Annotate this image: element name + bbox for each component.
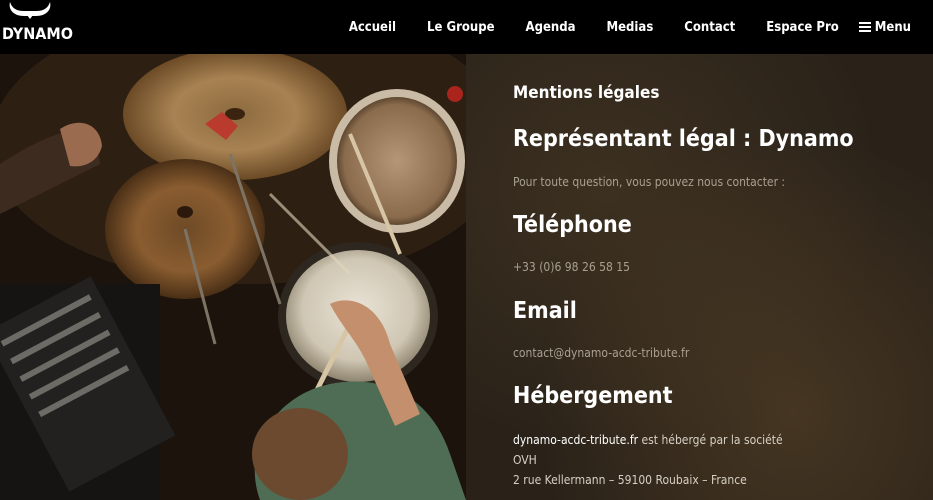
nav-accueil[interactable]: Accueil xyxy=(349,20,396,35)
nav-medias[interactable]: Medias xyxy=(606,20,653,35)
drum-kit-illustration xyxy=(0,54,466,500)
hosting-description: dynamo-acdc-tribute.fr est hébergé par l… xyxy=(513,433,783,447)
nav-le-groupe[interactable]: Le Groupe xyxy=(427,20,495,35)
hamburger-icon xyxy=(858,22,871,32)
hosting-company: OVH xyxy=(513,453,537,467)
email-address[interactable]: contact@dynamo-acdc-tribute.fr xyxy=(513,346,689,360)
menu-button[interactable]: Menu xyxy=(858,19,911,35)
phone-heading: Téléphone xyxy=(513,212,632,238)
hosting-site-link[interactable]: dynamo-acdc-tribute.fr xyxy=(513,433,638,447)
dynamo-logo[interactable]: DYNAMO xyxy=(2,2,73,50)
hosting-address: 2 rue Kellermann – 59100 Roubaix – Franc… xyxy=(513,473,747,487)
menu-label: Menu xyxy=(874,19,911,35)
nav-agenda[interactable]: Agenda xyxy=(526,20,576,35)
phone-number[interactable]: +33 (0)6 98 26 58 15 xyxy=(513,260,630,274)
legal-content-panel: Mentions légales Représentant légal : Dy… xyxy=(466,54,933,500)
page: DYNAMO Accueil Le Groupe Agenda Medias C… xyxy=(0,0,933,500)
nav-contact[interactable]: Contact xyxy=(684,20,735,35)
page-title: Mentions légales xyxy=(513,83,660,103)
horns-icon xyxy=(9,2,51,19)
contact-intro: Pour toute question, vous pouvez nous co… xyxy=(513,175,786,189)
email-heading: Email xyxy=(513,298,577,324)
hosting-text: est hébergé par la société xyxy=(638,433,783,447)
hosting-heading: Hébergement xyxy=(513,383,673,409)
top-navigation-bar: DYNAMO Accueil Le Groupe Agenda Medias C… xyxy=(0,0,933,54)
logo-wordmark: DYNAMO xyxy=(2,24,73,43)
nav-espace-pro[interactable]: Espace Pro xyxy=(766,20,839,35)
drummer-photo xyxy=(0,54,466,500)
legal-representative-heading: Représentant légal : Dynamo xyxy=(513,126,854,152)
main-nav: Accueil Le Groupe Agenda Medias Contact … xyxy=(318,0,911,54)
